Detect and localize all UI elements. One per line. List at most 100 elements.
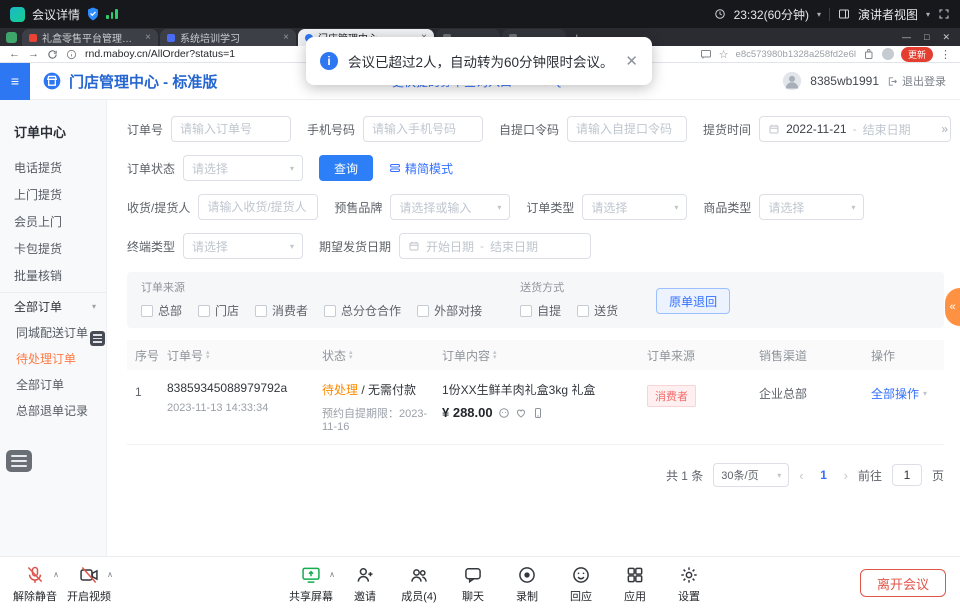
filter-option-hq[interactable]: 总部 <box>141 302 182 319</box>
browser-tab[interactable]: 系统培训学习 × <box>160 29 296 46</box>
col-order-no[interactable]: 订单号▴▾ <box>167 347 322 364</box>
cast-icon[interactable] <box>700 48 712 60</box>
chevron-down-icon[interactable]: ▾ <box>817 10 821 19</box>
search-button[interactable]: 查询 <box>319 155 373 181</box>
filter-option-self-pickup[interactable]: 自提 <box>520 302 561 319</box>
sidebar-toggle-button[interactable]: ≡ <box>0 63 30 100</box>
checkbox[interactable] <box>324 305 336 317</box>
page-size-select[interactable]: 30条/页 ▾ <box>713 463 789 487</box>
url-text[interactable]: rnd.maboy.cn/AllOrder?status=1 <box>85 48 235 60</box>
checkbox[interactable] <box>417 305 429 317</box>
browser-menu-icon[interactable]: ⋮ <box>940 48 951 61</box>
pickup-code-input[interactable] <box>567 116 687 142</box>
members-button[interactable]: 成员(4) <box>392 560 446 604</box>
checkbox[interactable] <box>255 305 267 317</box>
window-maximize-icon[interactable]: □ <box>924 32 929 43</box>
chat-button[interactable]: 聊天 <box>446 560 500 604</box>
sidebar-item-door-pickup[interactable]: 上门提货 <box>0 181 106 208</box>
logout-button[interactable]: 退出登录 <box>887 73 946 89</box>
sidebar-item-all-orders[interactable]: 全部订单 ▾ <box>0 292 106 319</box>
view-mode-selector[interactable]: 演讲者视图 <box>858 6 918 23</box>
refresh-icon[interactable] <box>47 49 58 60</box>
fullscreen-icon[interactable] <box>938 8 950 20</box>
sidebar-subitem-hq-refund-log[interactable]: 总部退单记录 <box>0 397 106 423</box>
select-placeholder: 请选择 <box>192 238 228 255</box>
sidebar-item-card-pickup[interactable]: 卡包提货 <box>0 235 106 262</box>
goods-type-select[interactable]: 请选择 ▾ <box>759 194 864 220</box>
order-type-select[interactable]: 请选择 ▾ <box>582 194 687 220</box>
site-info-icon[interactable] <box>66 49 77 60</box>
pickup-date-range-picker[interactable]: 2022-11-21 - 结束日期 <box>759 116 951 142</box>
browser-profile-avatar[interactable] <box>882 48 894 60</box>
sidebar-item-batch-verify[interactable]: 批量核销 <box>0 262 106 289</box>
sort-icon[interactable]: ▴▾ <box>206 350 210 360</box>
terminal-type-select[interactable]: 请选择 ▾ <box>183 233 303 259</box>
chevron-down-icon[interactable]: ▾ <box>926 10 930 19</box>
sidebar-item-phone-pickup[interactable]: 电话提货 <box>0 154 106 181</box>
filter-option-warehouse-coop[interactable]: 总分仓合作 <box>324 302 401 319</box>
receiver-input[interactable] <box>198 194 318 220</box>
window-close-icon[interactable]: ✕ <box>942 32 950 43</box>
back-icon[interactable]: ← <box>9 48 20 60</box>
phone-input[interactable] <box>363 116 483 142</box>
filter-option-external[interactable]: 外部对接 <box>417 302 482 319</box>
checkbox[interactable] <box>141 305 153 317</box>
col-content[interactable]: 订单内容▴▾ <box>442 347 647 364</box>
extensions-icon[interactable] <box>863 48 875 60</box>
sidebar-item-member-visit[interactable]: 会员上门 <box>0 208 106 235</box>
settings-button[interactable]: 设置 <box>662 560 716 604</box>
goto-page-input[interactable] <box>892 464 922 486</box>
tab-close-icon[interactable]: × <box>145 32 151 43</box>
return-original-order-button[interactable]: 原单退回 <box>656 288 730 314</box>
forward-icon[interactable]: → <box>28 48 39 60</box>
browser-tab[interactable]: 礼盒零售平台管理中心 × <box>22 29 158 46</box>
chevron-up-icon[interactable]: ∧ <box>329 570 335 579</box>
sort-icon[interactable]: ▴▾ <box>493 350 497 360</box>
start-video-button[interactable]: 开启视频 ∧ <box>62 560 116 604</box>
unmute-button[interactable]: 解除静音 ∧ <box>8 560 62 604</box>
tab-search-icon[interactable] <box>6 32 17 43</box>
panel-collapse-handle[interactable]: « <box>945 288 960 326</box>
window-minimize-icon[interactable]: — <box>902 32 911 43</box>
browser-update-button[interactable]: 更新 <box>901 47 933 62</box>
brand-select[interactable]: 请选择或输入 ▾ <box>390 194 510 220</box>
avatar[interactable] <box>782 71 802 91</box>
apps-button[interactable]: 应用 <box>608 560 662 604</box>
checkbox[interactable] <box>577 305 589 317</box>
checkbox[interactable] <box>520 305 532 317</box>
order-no-input[interactable] <box>171 116 291 142</box>
next-page-icon[interactable]: › <box>844 468 848 483</box>
ship-date-range-picker[interactable]: 开始日期 - 结束日期 <box>399 233 591 259</box>
collapse-panel-icon[interactable]: » <box>941 122 948 136</box>
meeting-timer[interactable]: 23:32(60分钟) <box>734 6 809 23</box>
tab-close-icon[interactable]: × <box>283 32 289 43</box>
sort-icon[interactable]: ▴▾ <box>349 350 353 360</box>
sidebar-subitem-all-orders[interactable]: 全部订单 <box>0 371 106 397</box>
prev-page-icon[interactable]: ‹ <box>799 468 803 483</box>
chevron-up-icon[interactable]: ∧ <box>53 570 59 579</box>
row-action-dropdown[interactable]: 全部操作 ▾ <box>871 381 944 402</box>
order-number[interactable]: 83859345088979792a <box>167 381 322 395</box>
invite-button[interactable]: 邀请 <box>338 560 392 604</box>
leave-meeting-button[interactable]: 离开会议 <box>860 569 946 597</box>
filter-option-delivery[interactable]: 送货 <box>577 302 618 319</box>
order-status-select[interactable]: 请选择 ▾ <box>183 155 303 181</box>
floating-menu-button[interactable] <box>6 450 32 472</box>
bookmark-star-icon[interactable]: ☆ <box>719 48 729 61</box>
chevron-up-icon[interactable]: ∧ <box>107 570 113 579</box>
filter-option-consumer[interactable]: 消费者 <box>255 302 308 319</box>
record-button[interactable]: 录制 <box>500 560 554 604</box>
current-page[interactable]: 1 <box>814 468 834 482</box>
reaction-button[interactable]: 回应 <box>554 560 608 604</box>
filter-option-store[interactable]: 门店 <box>198 302 239 319</box>
sidebar-subitem-pending-orders[interactable]: 待处理订单 <box>0 345 106 371</box>
order-source-title: 订单来源 <box>141 279 482 295</box>
shield-icon[interactable] <box>87 7 99 21</box>
simple-mode-toggle[interactable]: 精简模式 <box>389 160 453 177</box>
toast-close-icon[interactable]: ✕ <box>625 52 638 70</box>
meeting-details-link[interactable]: 会议详情 <box>32 6 80 23</box>
col-status[interactable]: 状态▴▾ <box>322 347 442 364</box>
checkbox[interactable] <box>198 305 210 317</box>
drag-handle-icon[interactable] <box>90 331 105 346</box>
share-screen-button[interactable]: 共享屏幕 ∧ <box>284 560 338 604</box>
